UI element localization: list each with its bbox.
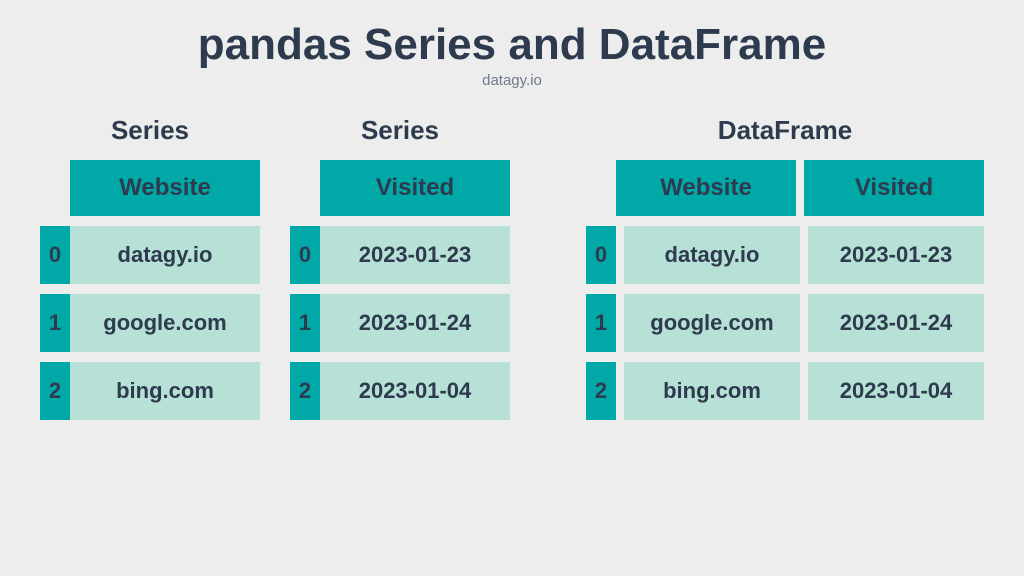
- value-cell: datagy.io: [70, 226, 260, 284]
- index-cell: 2: [40, 362, 70, 420]
- table-row: 0 datagy.io 2023-01-23: [586, 226, 984, 284]
- dataframe-label: DataFrame: [718, 115, 852, 146]
- value-cell: google.com: [70, 294, 260, 352]
- index-cell: 0: [290, 226, 320, 284]
- table-row: 0 2023-01-23: [290, 226, 510, 284]
- index-cell: 1: [586, 294, 616, 352]
- value-cell: 2023-01-24: [808, 294, 984, 352]
- series-header: Website: [70, 160, 260, 216]
- value-cell: 2023-01-04: [320, 362, 510, 420]
- table-row: 1 2023-01-24: [290, 294, 510, 352]
- dataframe-header: Website: [616, 160, 796, 216]
- value-cell: 2023-01-23: [320, 226, 510, 284]
- value-cell: datagy.io: [624, 226, 800, 284]
- series-website: Website 0 datagy.io 1 google.com 2 bing.…: [40, 160, 260, 420]
- series-header: Visited: [320, 160, 510, 216]
- dataframe-block: DataFrame Website Visited 0 datagy.io 20…: [586, 115, 984, 420]
- value-cell: google.com: [624, 294, 800, 352]
- table-row: 1 google.com 2023-01-24: [586, 294, 984, 352]
- value-cell: 2023-01-23: [808, 226, 984, 284]
- index-cell: 1: [290, 294, 320, 352]
- dataframe-header: Visited: [804, 160, 984, 216]
- series-visited-block: Series Visited 0 2023-01-23 1 2023-01-24…: [290, 115, 510, 420]
- page-title: pandas Series and DataFrame: [0, 0, 1024, 70]
- value-cell: bing.com: [70, 362, 260, 420]
- table-row: 0 datagy.io: [40, 226, 260, 284]
- index-cell: 0: [586, 226, 616, 284]
- value-cell: 2023-01-24: [320, 294, 510, 352]
- content-columns: Series Website 0 datagy.io 1 google.com …: [0, 115, 1024, 420]
- dataframe-header-row: Website Visited: [616, 160, 984, 216]
- index-cell: 0: [40, 226, 70, 284]
- index-cell: 1: [40, 294, 70, 352]
- table-row: 1 google.com: [40, 294, 260, 352]
- table-row: 2 bing.com 2023-01-04: [586, 362, 984, 420]
- page-subtitle: datagy.io: [0, 72, 1024, 89]
- value-cell: bing.com: [624, 362, 800, 420]
- series-label: Series: [111, 115, 189, 146]
- dataframe: Website Visited 0 datagy.io 2023-01-23 1…: [586, 160, 984, 420]
- table-row: 2 2023-01-04: [290, 362, 510, 420]
- series-group: Series Website 0 datagy.io 1 google.com …: [40, 115, 510, 420]
- table-row: 2 bing.com: [40, 362, 260, 420]
- spacer: [540, 115, 556, 420]
- value-cell: 2023-01-04: [808, 362, 984, 420]
- index-cell: 2: [290, 362, 320, 420]
- series-label: Series: [361, 115, 439, 146]
- series-website-block: Series Website 0 datagy.io 1 google.com …: [40, 115, 260, 420]
- index-cell: 2: [586, 362, 616, 420]
- series-visited: Visited 0 2023-01-23 1 2023-01-24 2 2023…: [290, 160, 510, 420]
